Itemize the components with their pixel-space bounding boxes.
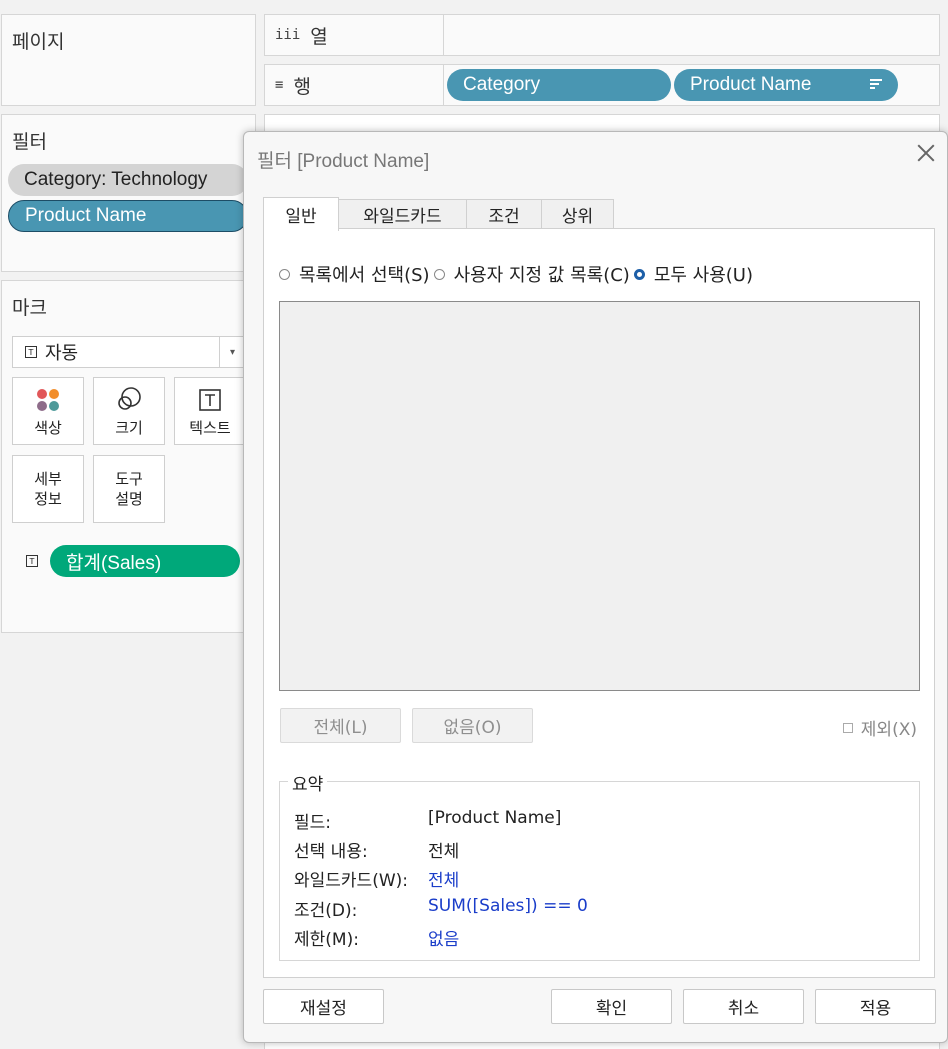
summary-key: 필드: <box>294 813 332 833</box>
summary-value: [Product Name] <box>428 808 562 828</box>
radio-use-all[interactable]: 모두 사용(U) <box>633 261 754 287</box>
radio-label: 사용자 지정 값 목록(C) <box>453 265 630 286</box>
summary-key: 조건(D): <box>294 901 358 921</box>
detail-button[interactable]: 세부 정보 <box>12 455 84 523</box>
text-label: 텍스트 <box>189 418 231 437</box>
dialog-title: 필터 [Product Name] <box>257 151 430 172</box>
tooltip-button[interactable]: 도구 설명 <box>93 455 165 523</box>
text-encoding-icon: T <box>26 555 38 567</box>
close-icon[interactable] <box>915 142 937 164</box>
summary-legend: 요약 <box>288 770 328 795</box>
tab-label: 일반 <box>285 207 317 227</box>
summary-key: 선택 내용: <box>294 842 368 862</box>
exclude-checkbox[interactable]: 제외(X) <box>842 715 917 740</box>
radio-custom-value-list[interactable]: 사용자 지정 값 목록(C) <box>433 261 630 287</box>
checkbox-indicator <box>842 722 853 733</box>
rows-label: 행 <box>293 75 311 98</box>
all-button[interactable]: 전체(L) <box>280 708 401 743</box>
tab-label: 조건 <box>488 207 520 227</box>
summary-value: 전체 <box>428 842 460 862</box>
detail-label-line2: 정보 <box>34 490 62 508</box>
tab-wildcard[interactable]: 와일드카드 <box>338 199 467 229</box>
filter-pill-product-name[interactable]: Product Name <box>8 200 248 232</box>
button-label: 확인 <box>595 999 628 1019</box>
none-button[interactable]: 없음(O) <box>412 708 533 743</box>
pages-card[interactable]: 페이지 <box>1 14 256 106</box>
summary-value-link[interactable]: 전체 <box>428 866 459 891</box>
ok-button[interactable]: 확인 <box>551 989 672 1024</box>
mark-type-value: 자동 <box>45 343 79 364</box>
summary-key: 와일드카드(W): <box>294 871 409 891</box>
radio-indicator-checked <box>633 268 645 280</box>
marks-card[interactable]: 마크 T 자동 ▾ 색상 크기 텍스트 세부 정보 도구 설명 T <box>1 280 256 633</box>
sort-descending-icon <box>870 79 882 91</box>
size-icon <box>115 385 143 415</box>
value-list-box[interactable] <box>279 301 920 691</box>
pill-label: Category: Technology <box>24 169 208 190</box>
button-label: 재설정 <box>300 999 347 1019</box>
exclude-label: 제외(X) <box>860 720 917 740</box>
pages-title: 페이지 <box>12 31 65 53</box>
summary-row-selection: 선택 내용: 전체 <box>294 837 459 862</box>
columns-shelf-drop[interactable] <box>443 14 940 56</box>
size-button[interactable]: 크기 <box>93 377 165 445</box>
rows-icon: ≡ <box>275 77 284 93</box>
button-label: 전체(L) <box>313 718 368 738</box>
tab-general[interactable]: 일반 <box>263 197 339 231</box>
apply-button[interactable]: 적용 <box>815 989 936 1024</box>
pill-label: 합계(Sales) <box>66 552 162 574</box>
tab-condition[interactable]: 조건 <box>466 199 542 229</box>
chevron-down-icon[interactable]: ▾ <box>219 337 245 367</box>
summary-group: 요약 필드: [Product Name] 선택 내용: 전체 와일드카드(W)… <box>279 770 920 961</box>
filter-dialog[interactable]: 필터 [Product Name] 일반 와일드카드 조건 상위 목록에서 선택… <box>243 131 948 1043</box>
text-button[interactable]: 텍스트 <box>174 377 246 445</box>
radio-select-from-list[interactable]: 목록에서 선택(S) <box>279 261 430 287</box>
text-mark-icon: T <box>25 346 37 358</box>
filters-title: 필터 <box>12 131 47 153</box>
size-label: 크기 <box>115 418 143 437</box>
tab-top[interactable]: 상위 <box>541 199 614 229</box>
summary-value-link[interactable]: 없음 <box>428 925 459 950</box>
summary-key: 제한(M): <box>294 930 359 950</box>
marks-title: 마크 <box>12 297 47 319</box>
rows-pill-category[interactable]: Category <box>447 69 671 101</box>
reset-button[interactable]: 재설정 <box>263 989 384 1024</box>
mark-type-dropdown[interactable]: T 자동 ▾ <box>12 336 246 368</box>
button-label: 없음(O) <box>443 718 502 738</box>
columns-icon: iii <box>275 27 301 43</box>
summary-row-wildcard: 와일드카드(W): 전체 <box>294 866 459 891</box>
text-icon <box>198 385 222 415</box>
color-icon <box>35 385 61 415</box>
radio-indicator <box>279 268 290 280</box>
detail-label-line1: 세부 <box>34 470 62 488</box>
columns-label: 열 <box>310 25 328 48</box>
summary-row-condition: 조건(D): SUM([Sales]) == 0 <box>294 896 588 921</box>
tooltip-label-line1: 도구 <box>115 470 143 488</box>
pill-label: Product Name <box>690 74 812 95</box>
pill-label: Product Name <box>25 205 147 226</box>
tab-label: 와일드카드 <box>363 207 442 227</box>
filter-pill-category[interactable]: Category: Technology <box>8 164 248 196</box>
general-tab-panel: 목록에서 선택(S) 사용자 지정 값 목록(C) 모두 사용(U) 전체(L)… <box>263 228 935 978</box>
color-button[interactable]: 색상 <box>12 377 84 445</box>
color-label: 색상 <box>34 418 62 437</box>
radio-indicator <box>433 268 445 280</box>
button-label: 취소 <box>727 999 760 1019</box>
rows-shelf-label: ≡ 행 <box>264 64 444 106</box>
radio-label: 목록에서 선택(S) <box>299 265 430 286</box>
measure-pill-sum-sales[interactable]: 합계(Sales) <box>50 545 240 577</box>
cancel-button[interactable]: 취소 <box>683 989 804 1024</box>
columns-shelf-label: iii 열 <box>264 14 444 56</box>
tooltip-label-line2: 설명 <box>115 490 143 508</box>
radio-label: 모두 사용(U) <box>653 265 754 286</box>
summary-value-link[interactable]: SUM([Sales]) == 0 <box>428 896 588 921</box>
summary-row-limit: 제한(M): 없음 <box>294 925 459 950</box>
radio-group: 목록에서 선택(S) 사용자 지정 값 목록(C) 모두 사용(U) <box>279 261 757 287</box>
rows-pill-product-name[interactable]: Product Name <box>674 69 898 101</box>
button-label: 적용 <box>859 999 892 1019</box>
summary-row-field: 필드: [Product Name] <box>294 808 561 833</box>
pill-label: Category <box>463 74 541 95</box>
tab-label: 상위 <box>561 207 594 227</box>
